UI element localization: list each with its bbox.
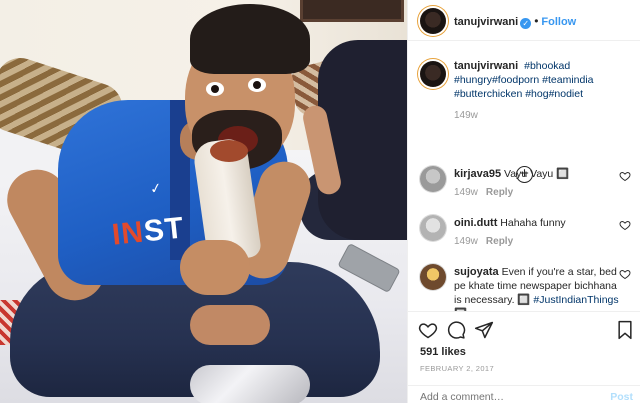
author-username[interactable]: tanujvirwani	[454, 16, 518, 28]
comment-age[interactable]: 149w	[454, 236, 478, 247]
instagram-post-modal: INST ✓ tanujvirwani ✓ • Follow tanujvirwani…	[0, 0, 640, 403]
commenter-avatar[interactable]	[420, 215, 446, 241]
man-left-eye	[206, 82, 224, 96]
reply-button[interactable]: Reply	[486, 187, 513, 198]
comment-text: sujoyata Even if you're a star, bed pe k…	[454, 265, 622, 311]
share-icon[interactable]	[474, 320, 494, 340]
follow-button[interactable]: Follow	[541, 16, 576, 28]
comment-meta: 149w Reply	[454, 236, 513, 247]
post-sidebar: tanujvirwani ✓ • Follow tanujvirwani #bhook…	[407, 0, 640, 403]
commenter-avatar[interactable]	[420, 166, 446, 192]
man-hair	[190, 4, 310, 74]
comment-age[interactable]: 149w	[454, 187, 478, 198]
comment-like-heart-icon[interactable]	[619, 170, 631, 182]
verified-icon: ✓	[520, 18, 532, 29]
food-filling	[210, 140, 248, 162]
commenter-username[interactable]: oini.dutt	[454, 217, 497, 229]
post-photo[interactable]: INST ✓	[0, 0, 407, 403]
man-hand	[180, 240, 250, 295]
separator-dot: •	[534, 14, 539, 28]
caption-username[interactable]: tanujvirwani	[454, 60, 518, 72]
wall-frame	[300, 0, 404, 22]
comment-like-heart-icon[interactable]	[619, 268, 631, 280]
like-count[interactable]: 591 likes	[420, 346, 466, 358]
bookmark-icon[interactable]	[615, 320, 635, 340]
post-actions: 591 likes FEBRUARY 2, 2017 Post	[408, 311, 640, 403]
comment-item: sujoyata Even if you're a star, bed pe k…	[408, 260, 640, 311]
man-foot	[190, 305, 270, 345]
comment-text: kirjava95 Vayu Vayu 🔲	[454, 167, 622, 181]
comment-icon[interactable]	[446, 320, 466, 340]
comment-text: oini.dutt Hahaha funny	[454, 216, 622, 230]
reply-button[interactable]: Reply	[486, 236, 513, 247]
comment-body: Hahaha funny	[500, 217, 566, 229]
caption-avatar[interactable]	[420, 61, 446, 87]
heart-icon[interactable]	[418, 320, 438, 340]
comment-like-heart-icon[interactable]	[619, 219, 631, 231]
author-line: tanujvirwani ✓ • Follow	[454, 14, 576, 29]
author-avatar[interactable]	[420, 8, 446, 34]
commenter-username[interactable]: kirjava95	[454, 168, 501, 180]
commenter-username[interactable]: sujoyata	[454, 266, 499, 278]
commenter-avatar[interactable]	[420, 264, 446, 290]
caption-text: tanujvirwani #bhookad #hungry#foodporn #…	[454, 59, 634, 101]
post-comment-button[interactable]: Post	[610, 391, 633, 403]
comment-body: Vayu Vayu 🔲	[504, 168, 570, 180]
post-header: tanujvirwani ✓ • Follow	[408, 0, 640, 41]
add-comment-bar: Post	[408, 385, 640, 403]
comment-meta: 149w Reply	[454, 187, 513, 198]
aluminum-foil	[190, 365, 310, 403]
comment-input[interactable]	[420, 391, 600, 403]
post-date[interactable]: FEBRUARY 2, 2017	[420, 364, 494, 373]
man-right-eye	[248, 78, 266, 92]
caption-age[interactable]: 149w	[454, 110, 478, 121]
